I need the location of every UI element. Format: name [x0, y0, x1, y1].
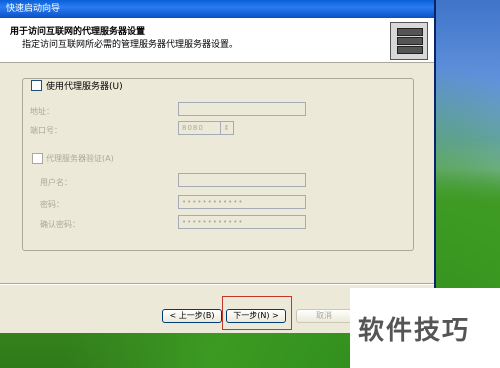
- footer-divider: [0, 283, 434, 285]
- use-proxy-label: 使用代理服务器(U): [46, 82, 123, 92]
- page-title: 用于访问互联网的代理服务器设置: [10, 27, 146, 37]
- server-icon: [390, 22, 428, 60]
- port-stepper[interactable]: 8080 ⇕: [178, 121, 234, 135]
- use-proxy-checkbox-row[interactable]: 使用代理服务器(U): [28, 79, 126, 92]
- port-label: 端口号：: [30, 126, 62, 135]
- use-proxy-checkbox[interactable]: [31, 80, 42, 91]
- back-button[interactable]: < 上一步(B): [162, 309, 222, 323]
- proxy-auth-checkbox[interactable]: [32, 153, 43, 164]
- confirm-password-field[interactable]: ••••••••••••: [178, 215, 306, 229]
- port-value: 8080: [182, 124, 204, 132]
- next-button-highlight: [222, 296, 292, 330]
- password-label: 密码：: [40, 200, 64, 209]
- address-label: 地址：: [30, 107, 54, 116]
- watermark-text: 软件技巧: [358, 316, 471, 346]
- password-field[interactable]: ••••••••••••: [178, 195, 306, 209]
- page-subtitle: 指定访问互联网所必需的管理服务器代理服务器设置。: [22, 40, 239, 50]
- proxy-auth-label: 代理服务器验证(A): [46, 154, 114, 163]
- address-field[interactable]: [178, 102, 306, 116]
- wizard-header: 用于访问互联网的代理服务器设置 指定访问互联网所必需的管理服务器代理服务器设置。: [0, 18, 434, 63]
- confirm-password-label: 确认密码：: [40, 220, 80, 229]
- password-value: ••••••••••••: [182, 198, 244, 206]
- spin-arrows-icon[interactable]: ⇕: [220, 122, 233, 134]
- window-title: 快速启动向导: [6, 4, 61, 14]
- username-field[interactable]: [178, 173, 306, 187]
- username-label: 用户名：: [40, 178, 72, 187]
- window-titlebar[interactable]: 快速启动向导: [0, 0, 434, 18]
- confirm-password-value: ••••••••••••: [182, 218, 244, 226]
- watermark: 软件技巧: [350, 288, 500, 368]
- wizard-window: 快速启动向导 用于访问互联网的代理服务器设置 指定访问互联网所必需的管理服务器代…: [0, 0, 436, 333]
- cancel-button[interactable]: 取消: [296, 309, 352, 323]
